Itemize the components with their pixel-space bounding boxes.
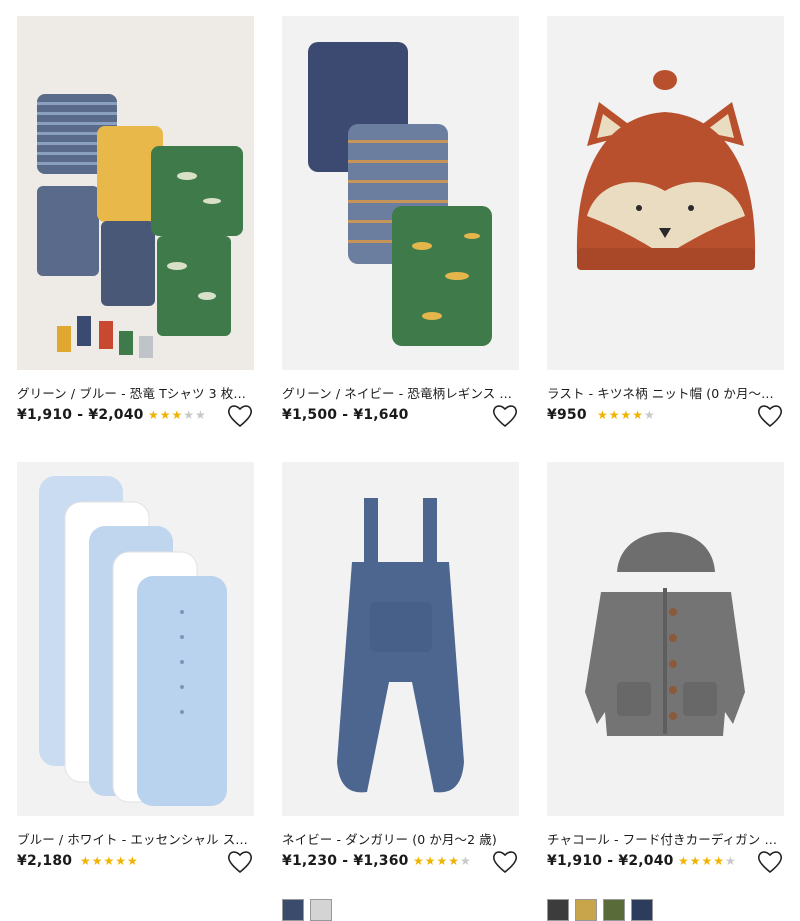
color-swatch[interactable] — [631, 899, 653, 921]
rating-stars: ★★★★★ — [678, 854, 737, 868]
rating-stars: ★★★★★ — [80, 854, 139, 868]
hooded-cardigan-image — [547, 462, 784, 816]
product-title[interactable]: ブルー / ホワイト - エッセンシャル ス… — [17, 832, 249, 848]
heart-outline-icon[interactable] — [491, 849, 519, 875]
product-image[interactable] — [547, 462, 784, 816]
product-image[interactable] — [547, 16, 784, 370]
product-price: ¥2,180 — [17, 853, 73, 869]
dungarees-image — [282, 462, 519, 816]
color-swatch[interactable] — [575, 899, 597, 921]
product-card[interactable]: グリーン / ネイビー - 恐竜柄レギンス … ¥1,500 - ¥1,640 — [282, 16, 519, 431]
product-price: ¥1,230 - ¥1,360 — [282, 853, 409, 869]
product-card[interactable]: ネイビー - ダンガリー (0 か月〜2 歳) ¥1,230 - ¥1,360 … — [282, 462, 519, 921]
product-image[interactable] — [282, 462, 519, 816]
product-price: ¥1,910 - ¥2,040 — [17, 407, 144, 423]
product-title[interactable]: グリーン / ネイビー - 恐竜柄レギンス … — [282, 386, 514, 402]
color-swatches — [282, 899, 332, 921]
product-price: ¥950 — [547, 407, 587, 423]
heart-outline-icon[interactable] — [756, 403, 784, 429]
product-title[interactable]: ネイビー - ダンガリー (0 か月〜2 歳) — [282, 832, 514, 848]
product-image[interactable] — [17, 462, 254, 816]
rating-stars: ★★★★★ — [413, 854, 472, 868]
fox-knit-hat-image — [547, 16, 784, 370]
heart-outline-icon[interactable] — [756, 849, 784, 875]
color-swatch[interactable] — [547, 899, 569, 921]
heart-outline-icon[interactable] — [226, 849, 254, 875]
product-price: ¥1,910 - ¥2,040 — [547, 853, 674, 869]
color-swatch[interactable] — [603, 899, 625, 921]
heart-outline-icon[interactable] — [226, 403, 254, 429]
product-card[interactable]: ラスト - キツネ柄 ニット帽 (0 か月〜2… ¥950 ★★★★★ — [547, 16, 784, 431]
dino-tshirt-set-image — [17, 16, 254, 370]
rating-stars: ★★★★★ — [597, 408, 656, 422]
product-title[interactable]: グリーン / ブルー - 恐竜 Tシャツ 3 枚… — [17, 386, 249, 402]
product-price: ¥1,500 - ¥1,640 — [282, 407, 409, 423]
product-title[interactable]: チャコール - フード付きカーディガン (… — [547, 832, 779, 848]
dino-leggings-set-image — [282, 16, 519, 370]
color-swatch[interactable] — [310, 899, 332, 921]
product-card[interactable]: グリーン / ブルー - 恐竜 Tシャツ 3 枚… ¥1,910 - ¥2,04… — [17, 16, 254, 431]
heart-outline-icon[interactable] — [491, 403, 519, 429]
product-image[interactable] — [282, 16, 519, 370]
product-card[interactable]: ブルー / ホワイト - エッセンシャル ス… ¥2,180 ★★★★★ — [17, 462, 254, 877]
color-swatch[interactable] — [282, 899, 304, 921]
color-swatches — [547, 899, 653, 921]
product-card[interactable]: チャコール - フード付きカーディガン (… ¥1,910 - ¥2,040 ★… — [547, 462, 784, 921]
rating-stars: ★★★★★ — [148, 408, 207, 422]
product-title[interactable]: ラスト - キツネ柄 ニット帽 (0 か月〜2… — [547, 386, 779, 402]
product-image[interactable] — [17, 16, 254, 370]
sleepsuits-set-image — [17, 462, 254, 816]
